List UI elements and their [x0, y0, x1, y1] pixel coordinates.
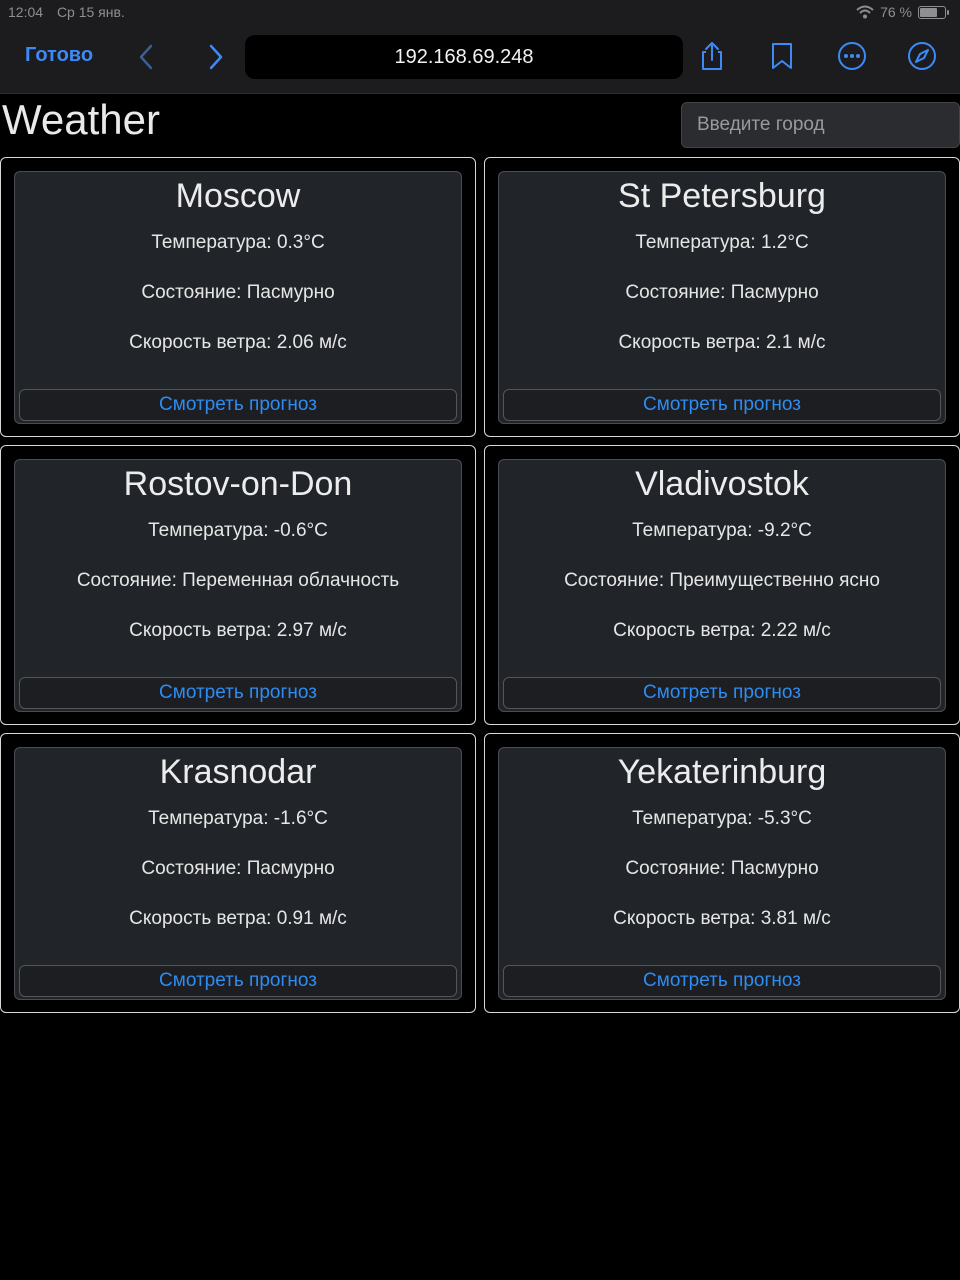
temperature-text: Температура: -0.6°C	[148, 520, 328, 541]
weather-card-frame: Rostov-on-Don Температура: -0.6°C Состоя…	[0, 445, 476, 725]
temperature-text: Температура: -5.3°C	[632, 808, 812, 829]
condition-text: Состояние: Переменная облачность	[76, 570, 400, 591]
temperature-text: Температура: -1.6°C	[148, 808, 328, 829]
city-search-input[interactable]	[681, 102, 960, 148]
status-time-date: 12:04 Ср 15 янв.	[8, 4, 135, 20]
share-icon[interactable]	[696, 40, 728, 72]
wind-text: Скорость ветра: 0.91 м/с	[129, 908, 347, 929]
weather-grid: Moscow Температура: 0.3°C Состояние: Пас…	[0, 157, 960, 1013]
city-name: Krasnodar	[159, 753, 317, 791]
city-name: Yekaterinburg	[617, 753, 827, 791]
compass-icon[interactable]	[906, 40, 938, 72]
condition-text: Состояние: Пасмурно	[625, 282, 819, 303]
condition-text: Состояние: Пасмурно	[625, 858, 819, 879]
weather-card: Rostov-on-Don Температура: -0.6°C Состоя…	[14, 459, 462, 712]
weather-card-frame: Yekaterinburg Температура: -5.3°C Состоя…	[484, 733, 960, 1013]
city-name: Rostov-on-Don	[123, 465, 353, 503]
wind-text: Скорость ветра: 2.97 м/с	[129, 620, 347, 641]
battery-icon	[918, 5, 949, 19]
view-forecast-button[interactable]: Смотреть прогноз	[503, 965, 941, 997]
weather-card-frame: Vladivostok Температура: -9.2°C Состояни…	[484, 445, 960, 725]
status-indicators: 76 %	[856, 4, 949, 20]
browser-toolbar: Готово 192.168.69.248	[0, 24, 960, 94]
city-name: Moscow	[175, 177, 301, 215]
view-forecast-button[interactable]: Смотреть прогноз	[19, 965, 457, 997]
status-date: Ср 15 янв.	[56, 4, 125, 20]
temperature-text: Температура: -9.2°C	[632, 520, 812, 541]
battery-percent: 76 %	[880, 4, 912, 20]
condition-text: Состояние: Пасмурно	[141, 858, 335, 879]
weather-card-frame: Krasnodar Температура: -1.6°C Состояние:…	[0, 733, 476, 1013]
page-title: Weather	[2, 96, 160, 143]
temperature-text: Температура: 0.3°C	[151, 232, 325, 253]
weather-card: St Petersburg Температура: 1.2°C Состоян…	[498, 171, 946, 424]
battery-fill	[920, 7, 937, 17]
weather-card-frame: Moscow Температура: 0.3°C Состояние: Пас…	[0, 157, 476, 437]
wifi-icon	[856, 5, 874, 19]
url-text: 192.168.69.248	[394, 45, 534, 68]
temperature-text: Температура: 1.2°C	[635, 232, 809, 253]
city-name: Vladivostok	[635, 465, 809, 503]
city-name: St Petersburg	[618, 177, 826, 215]
wind-text: Скорость ветра: 2.22 м/с	[613, 620, 831, 641]
view-forecast-button[interactable]: Смотреть прогноз	[503, 677, 941, 709]
wind-text: Скорость ветра: 3.81 м/с	[613, 908, 831, 929]
wind-text: Скорость ветра: 2.1 м/с	[618, 332, 826, 353]
view-forecast-button[interactable]: Смотреть прогноз	[19, 389, 457, 421]
condition-text: Состояние: Пасмурно	[141, 282, 335, 303]
weather-card-frame: St Petersburg Температура: 1.2°C Состоян…	[484, 157, 960, 437]
wind-text: Скорость ветра: 2.06 м/с	[129, 332, 347, 353]
weather-card: Moscow Температура: 0.3°C Состояние: Пас…	[14, 171, 462, 424]
chevron-left-icon[interactable]	[132, 42, 162, 72]
status-time: 12:04	[8, 4, 44, 20]
view-forecast-button[interactable]: Смотреть прогноз	[19, 677, 457, 709]
weather-card: Yekaterinburg Температура: -5.3°C Состоя…	[498, 747, 946, 1000]
done-button[interactable]: Готово	[25, 44, 93, 67]
view-forecast-button[interactable]: Смотреть прогноз	[503, 389, 941, 421]
status-bar: 12:04 Ср 15 янв. 76 %	[0, 0, 960, 24]
weather-card: Vladivostok Температура: -9.2°C Состояни…	[498, 459, 946, 712]
address-bar[interactable]: 192.168.69.248	[245, 35, 683, 79]
bookmark-icon[interactable]	[766, 40, 798, 72]
chevron-right-icon[interactable]	[200, 42, 230, 72]
ellipsis-icon[interactable]	[836, 40, 868, 72]
weather-card: Krasnodar Температура: -1.6°C Состояние:…	[14, 747, 462, 1000]
condition-text: Состояние: Преимущественно ясно	[564, 570, 880, 591]
